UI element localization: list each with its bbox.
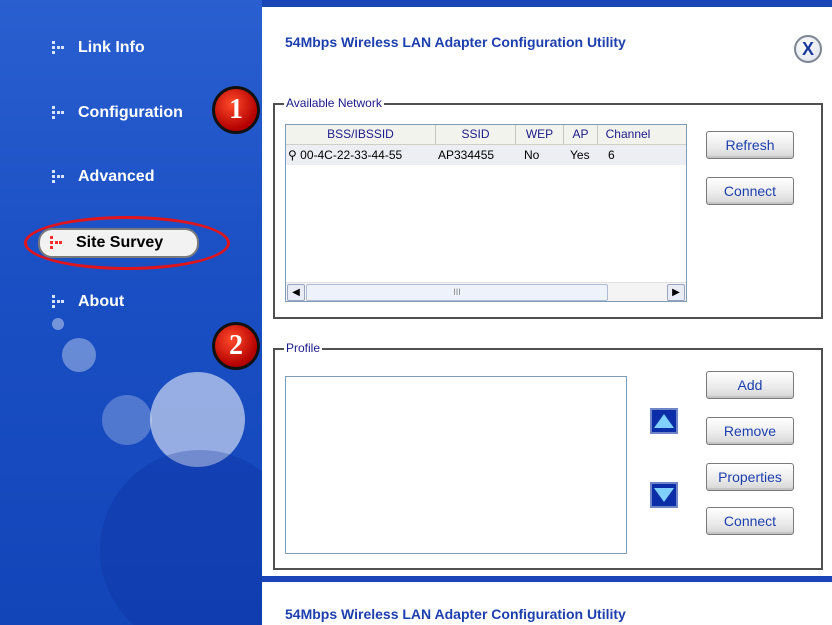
move-down-button[interactable]: [650, 482, 678, 508]
channel-cell: 6: [608, 148, 615, 162]
step-badge-1: 1: [212, 86, 260, 134]
bullet-icon: [52, 106, 64, 120]
remove-profile-button[interactable]: Remove: [706, 417, 794, 445]
ap-cell: Yes: [570, 148, 590, 162]
column-bssid[interactable]: BSS/IBSSID: [286, 125, 436, 144]
horizontal-scrollbar[interactable]: ◀ III ▶: [286, 282, 686, 301]
sidebar-item-link-info[interactable]: Link Info: [52, 39, 145, 57]
sidebar-item-advanced[interactable]: Advanced: [52, 168, 154, 186]
bullet-icon: [52, 170, 64, 184]
sidebar-item-label: Configuration: [78, 104, 183, 121]
add-profile-button[interactable]: Add: [706, 371, 794, 399]
step-badge-2: 2: [212, 322, 260, 370]
column-ssid[interactable]: SSID: [436, 125, 516, 144]
scroll-thumb[interactable]: III: [306, 284, 608, 301]
wep-cell: No: [524, 148, 540, 162]
arrow-up-icon: [654, 414, 674, 428]
decor-circle: [52, 318, 64, 330]
available-network-label: Available Network: [284, 96, 384, 110]
bullet-icon: [52, 41, 64, 55]
move-up-button[interactable]: [650, 408, 678, 434]
scroll-left-icon[interactable]: ◀: [287, 284, 305, 301]
site-survey-highlight: [24, 216, 230, 270]
profile-list[interactable]: [285, 376, 627, 554]
network-list-header: BSS/IBSSID SSID WEP AP Channel: [286, 125, 686, 145]
properties-button[interactable]: Properties: [706, 463, 794, 491]
network-list[interactable]: BSS/IBSSID SSID WEP AP Channel ⚲ 00-4C-2…: [285, 124, 687, 302]
arrow-down-icon: [654, 488, 674, 502]
profile-label: Profile: [284, 341, 323, 355]
bottom-border: [262, 576, 832, 582]
sidebar-item-about[interactable]: About: [52, 293, 124, 311]
connect-network-button[interactable]: Connect: [706, 177, 794, 205]
sidebar-item-configuration[interactable]: Configuration: [52, 104, 183, 122]
ssid-cell: AP334455: [438, 148, 495, 162]
decor-circle: [100, 450, 262, 625]
page-title: 54Mbps Wireless LAN Adapter Configuratio…: [285, 34, 626, 50]
column-wep[interactable]: WEP: [516, 125, 564, 144]
close-icon: X: [801, 38, 814, 59]
column-channel[interactable]: Channel: [598, 125, 658, 144]
sidebar-item-label: About: [78, 293, 125, 310]
sidebar-item-label: Link Info: [78, 39, 145, 56]
bullet-icon: [52, 295, 64, 309]
bssid-value: 00-4C-22-33-44-55: [300, 148, 403, 162]
close-button[interactable]: X: [794, 35, 822, 63]
top-border: [262, 0, 832, 7]
connect-profile-button[interactable]: Connect: [706, 507, 794, 535]
sidebar-item-label: Advanced: [78, 168, 155, 185]
decor-circle: [62, 338, 96, 372]
table-row[interactable]: ⚲ 00-4C-22-33-44-55 AP334455 No Yes 6: [286, 145, 686, 165]
wireless-ap-icon: ⚲: [288, 148, 297, 162]
refresh-button[interactable]: Refresh: [706, 131, 794, 159]
decor-circle: [102, 395, 152, 445]
scroll-right-icon[interactable]: ▶: [667, 284, 685, 301]
bottom-title: 54Mbps Wireless LAN Adapter Configuratio…: [285, 606, 626, 622]
column-ap[interactable]: AP: [564, 125, 598, 144]
bssid-cell: ⚲ 00-4C-22-33-44-55: [286, 145, 436, 165]
